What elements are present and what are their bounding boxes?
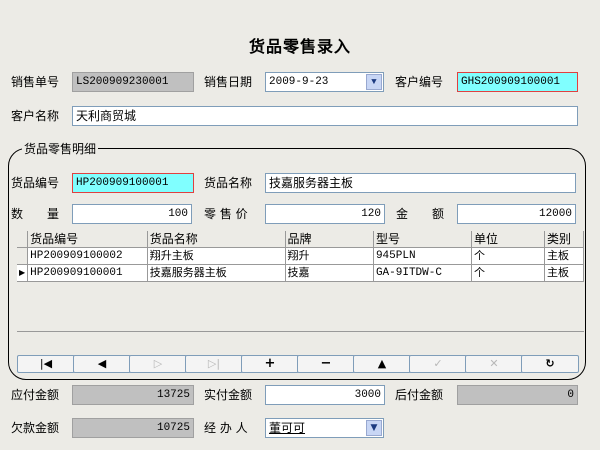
sale-date-picker[interactable]: 2009-9-23 ▼ [265,72,384,92]
insert-record-button[interactable]: + [241,355,299,373]
handler-select[interactable]: 董可可 ▼ [265,418,384,438]
record-navigator: |◀ ◀ ▷ ▷| + − ▲ ✓ ✕ ↻ [17,355,584,373]
cell-category[interactable]: 主板 [544,264,584,282]
cell-model[interactable]: GA-9ITDW-C [373,264,472,282]
edit-record-button[interactable]: ▲ [353,355,411,373]
chevron-down-icon[interactable]: ▼ [366,74,382,90]
cell-goods-no[interactable]: HP200909100002 [27,247,148,265]
cell-model[interactable]: 945PLN [373,247,472,265]
cell-unit[interactable]: 个 [471,247,546,265]
cell-goods-name[interactable]: 技嘉服务器主板 [147,264,286,282]
column-header-goods-no[interactable]: 货品编号 [27,231,148,248]
amount-label: 金 额 [396,207,445,221]
quantity-label: 数 量 [11,207,60,221]
owed-label: 欠款金额 [11,421,60,435]
close-icon: ✕ [489,357,499,370]
goods-no-label: 货品编号 [11,176,60,190]
goods-name-field[interactable]: 技嘉服务器主板 [265,173,576,193]
next-record-button[interactable]: ▷ [129,355,187,373]
plus-icon: + [264,356,276,371]
payable-label: 应付金额 [11,388,60,402]
goods-name-label: 货品名称 [204,176,253,190]
next-record-icon: ▷ [153,357,163,370]
row-indicator [17,247,29,265]
amount-field: 12000 [457,204,576,224]
sale-no-label: 销售单号 [11,75,60,89]
triangle-up-icon: ▲ [377,357,387,370]
column-header-category[interactable]: 类别 [544,231,584,248]
table-row[interactable]: HP200909100002 翔升主板 翔升 945PLN 个 主板 [17,247,584,265]
chevron-down-icon[interactable]: ▼ [366,420,382,436]
grid-bottom-divider [17,331,584,332]
cell-brand[interactable]: 技嘉 [285,264,374,282]
check-icon: ✓ [433,357,443,370]
minus-icon: − [320,356,332,371]
sale-no-field: LS200909230001 [72,72,194,92]
goods-no-field[interactable]: HP200909100001 [72,173,194,193]
last-record-button[interactable]: ▷| [185,355,243,373]
column-header-unit[interactable]: 单位 [471,231,546,248]
paid-field[interactable]: 3000 [265,385,385,405]
goods-detail-group-label: 货品零售明细 [22,140,99,157]
retail-price-label: 零 售 价 [204,207,248,221]
column-header-brand[interactable]: 品牌 [285,231,374,248]
sale-date-value: 2009-9-23 [269,76,329,88]
quantity-field[interactable]: 100 [72,204,192,224]
payable-field: 13725 [72,385,194,405]
grid-header-row: 货品编号 货品名称 品牌 型号 单位 类别 [17,231,584,248]
owed-field: 10725 [72,418,194,438]
customer-no-label: 客户编号 [395,75,444,89]
form-title: 货品零售录入 [248,37,351,56]
column-header-model[interactable]: 型号 [373,231,472,248]
goods-detail-grid[interactable]: 货品编号 货品名称 品牌 型号 单位 类别 HP200909100002 翔升主… [17,231,584,347]
handler-label: 经 办 人 [204,421,248,435]
row-indicator: ▶ [17,264,29,282]
refresh-icon: ↻ [545,357,555,370]
customer-name-label: 客户名称 [11,109,60,123]
post-record-button[interactable]: ✓ [409,355,467,373]
paid-label: 实付金额 [204,388,253,402]
retail-price-field[interactable]: 120 [265,204,385,224]
cell-goods-name[interactable]: 翔升主板 [147,247,286,265]
postpay-field: 0 [457,385,578,405]
delete-record-button[interactable]: − [297,355,355,373]
cell-brand[interactable]: 翔升 [285,247,374,265]
cell-unit[interactable]: 个 [471,264,546,282]
grid-indicator-header [17,231,29,248]
last-record-icon: ▷| [207,357,221,370]
column-header-goods-name[interactable]: 货品名称 [147,231,286,248]
cell-goods-no[interactable]: HP200909100001 [27,264,148,282]
customer-name-field[interactable]: 天利商贸城 [72,106,578,126]
prior-record-icon: ◀ [97,357,107,370]
refresh-button[interactable]: ↻ [521,355,579,373]
table-row[interactable]: ▶ HP200909100001 技嘉服务器主板 技嘉 GA-9ITDW-C 个… [17,264,584,282]
cell-category[interactable]: 主板 [544,247,584,265]
first-record-button[interactable]: |◀ [17,355,75,373]
postpay-label: 后付金额 [395,388,444,402]
cancel-record-button[interactable]: ✕ [465,355,523,373]
prior-record-button[interactable]: ◀ [73,355,131,373]
first-record-icon: |◀ [39,357,53,370]
sale-date-label: 销售日期 [204,75,253,89]
customer-no-field[interactable]: GHS200909100001 [457,72,578,92]
handler-value: 董可可 [269,421,306,435]
